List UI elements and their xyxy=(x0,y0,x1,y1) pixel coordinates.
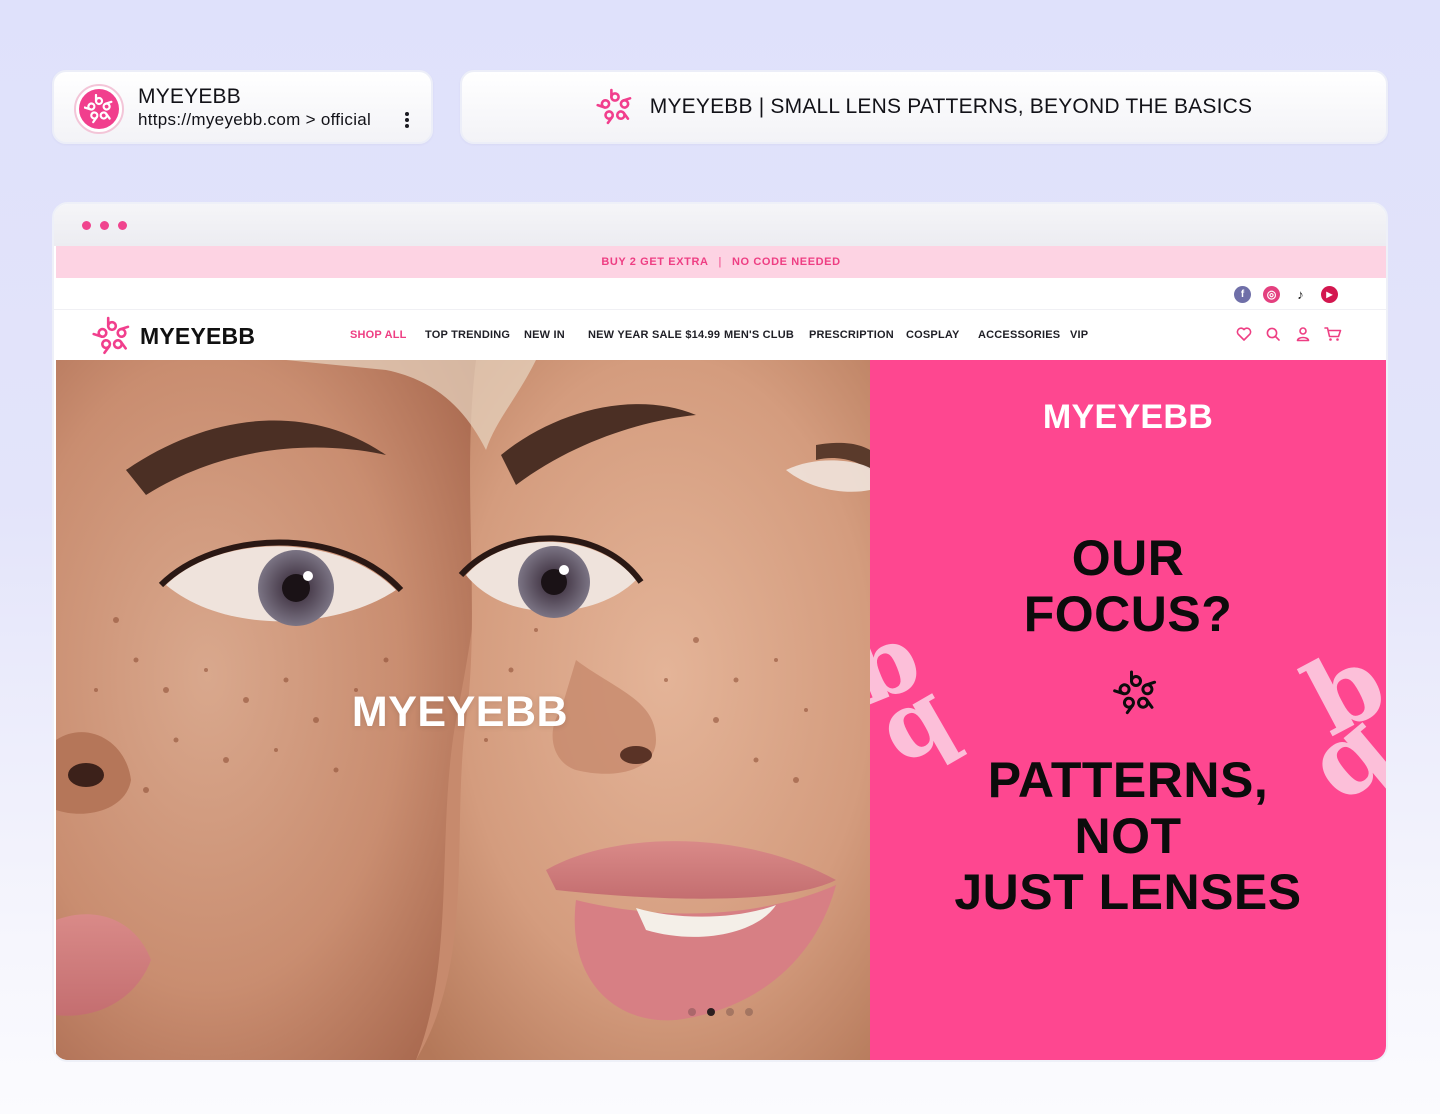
social-links: f ◎ ♪ ▶ xyxy=(54,278,1386,310)
cart-icon[interactable] xyxy=(1324,326,1342,342)
panel-answer: PATTERNS, NOT JUST LENSES xyxy=(870,752,1386,920)
search-icon[interactable] xyxy=(1265,326,1281,342)
carousel-dot-active[interactable] xyxy=(707,1008,715,1016)
myeyebb-logo-icon xyxy=(596,88,632,125)
kebab-menu-icon[interactable] xyxy=(400,110,414,130)
browser-window: BUY 2 GET EXTRA | NO CODE NEEDED f ◎ ♪ ▶… xyxy=(52,202,1388,1062)
facebook-icon[interactable]: f xyxy=(1234,286,1251,303)
nav-mens-club[interactable]: MEN'S CLUB xyxy=(724,329,794,341)
site-url[interactable]: https://myeyebb.com > official xyxy=(138,110,371,130)
promo-bar[interactable]: BUY 2 GET EXTRA | NO CODE NEEDED xyxy=(56,246,1386,278)
nav-new-in[interactable]: NEW IN xyxy=(524,329,565,341)
wishlist-heart-icon[interactable] xyxy=(1236,326,1252,342)
search-result-card[interactable]: MYEYEBB https://myeyebb.com > official xyxy=(52,70,433,144)
answer-line-2: NOT xyxy=(1074,808,1182,864)
main-nav: MYEYEBB SHOP ALL TOP TRENDING NEW IN NEW… xyxy=(54,310,1386,360)
site-name[interactable]: MYEYEBB xyxy=(138,85,241,109)
promo-left: BUY 2 GET EXTRA xyxy=(601,256,709,268)
nav-prescription[interactable]: PRESCRIPTION xyxy=(809,329,894,341)
account-icon[interactable] xyxy=(1295,326,1311,342)
instagram-icon[interactable]: ◎ xyxy=(1263,286,1280,303)
tiktok-icon[interactable]: ♪ xyxy=(1292,286,1309,303)
answer-line-3: JUST LENSES xyxy=(954,864,1302,920)
maximize-dot[interactable] xyxy=(118,221,127,230)
nav-top-trending[interactable]: TOP TRENDING xyxy=(425,329,510,341)
myeyebb-logo-icon xyxy=(1113,670,1157,715)
question-line-1: OUR xyxy=(1071,530,1185,586)
close-dot[interactable] xyxy=(82,221,91,230)
page-title-card[interactable]: MYEYEBB | SMALL LENS PATTERNS, BEYOND TH… xyxy=(460,70,1388,144)
page-title[interactable]: MYEYEBB | SMALL LENS PATTERNS, BEYOND TH… xyxy=(650,95,1252,119)
nav-new-year-sale[interactable]: NEW YEAR SALE $14.99 xyxy=(588,329,720,341)
panel-question: OUR FOCUS? xyxy=(870,530,1386,642)
nav-shop-all[interactable]: SHOP ALL xyxy=(350,329,407,341)
carousel-dot[interactable] xyxy=(726,1008,734,1016)
carousel-dot[interactable] xyxy=(745,1008,753,1016)
nav-accessories[interactable]: ACCESSORIES xyxy=(978,329,1060,341)
promo-right: NO CODE NEEDED xyxy=(732,256,841,268)
myeyebb-logo-icon xyxy=(92,316,130,355)
carousel-indicators[interactable] xyxy=(688,1008,753,1016)
panel-brand: MYEYEBB xyxy=(1042,398,1214,436)
brand-logo[interactable]: MYEYEBB xyxy=(92,316,255,356)
minimize-dot[interactable] xyxy=(100,221,109,230)
nav-vip[interactable]: VIP xyxy=(1070,329,1088,341)
carousel-dot[interactable] xyxy=(688,1008,696,1016)
hero-panel[interactable]: MYEYEBB b b b b OUR FOCUS? PATTERNS, NOT… xyxy=(870,360,1386,1060)
browser-chrome xyxy=(54,204,1386,246)
answer-line-1: PATTERNS, xyxy=(987,752,1269,808)
nav-cosplay[interactable]: COSPLAY xyxy=(906,329,960,341)
youtube-icon[interactable]: ▶ xyxy=(1321,286,1338,303)
myeyebb-logo-icon xyxy=(74,84,124,134)
hero-photo-brand: MYEYEBB xyxy=(351,688,569,736)
promo-separator: | xyxy=(718,256,723,268)
hero-image[interactable]: MYEYEBB xyxy=(56,360,870,1060)
question-line-2: FOCUS? xyxy=(1023,586,1233,642)
brand-name: MYEYEBB xyxy=(140,322,256,349)
